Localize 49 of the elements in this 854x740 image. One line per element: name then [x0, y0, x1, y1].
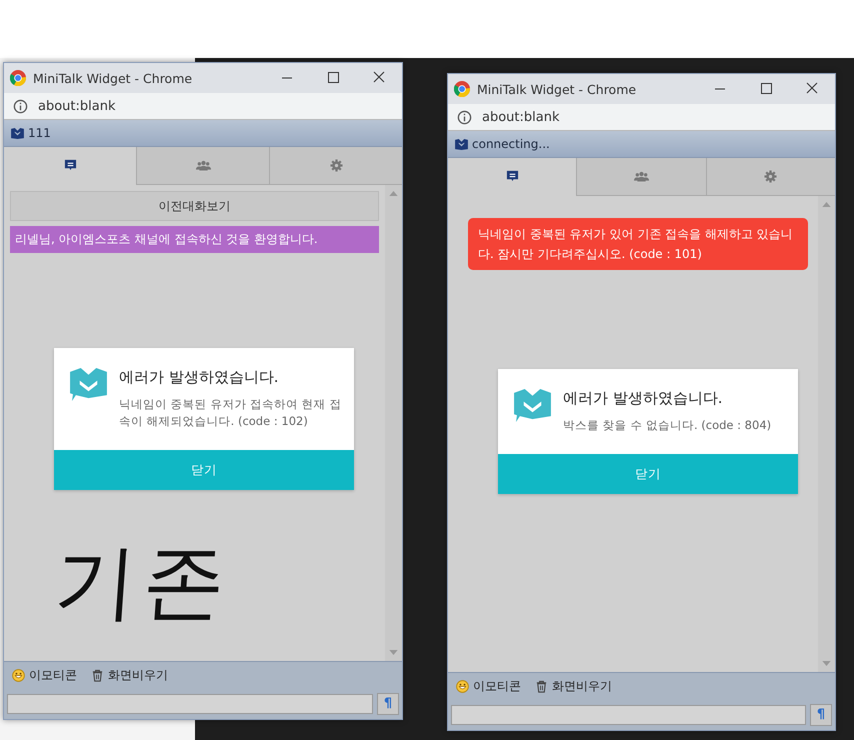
users-tab[interactable] — [576, 158, 706, 196]
info-icon[interactable] — [13, 98, 28, 114]
address-text: about:blank — [38, 98, 116, 114]
logo-icon — [455, 138, 468, 150]
browser-logo-icon — [10, 70, 26, 86]
scroll-down-icon[interactable] — [389, 650, 398, 655]
scrollbar[interactable] — [818, 196, 835, 672]
chat-icon — [62, 159, 78, 172]
settings-tab[interactable] — [706, 158, 835, 196]
smiley-icon[interactable] — [456, 680, 469, 692]
logo-icon — [70, 368, 107, 401]
connection-status: 111 — [28, 126, 51, 140]
logo-icon — [514, 389, 551, 422]
scrollbar[interactable] — [385, 185, 402, 661]
clear-screen-link[interactable]: 화면비우기 — [108, 666, 168, 684]
dialog-title: 에러가 발생하였습니다. — [119, 368, 280, 387]
message-input[interactable] — [451, 704, 806, 724]
message-input[interactable] — [7, 694, 373, 714]
dialog-message: 박스를 찾을 수 없습니다. (code : 804) — [563, 417, 772, 434]
handwritten-note: 기존 — [51, 534, 235, 632]
scroll-up-icon[interactable] — [389, 191, 398, 196]
chat-tab[interactable] — [448, 158, 576, 196]
chat-icon — [504, 170, 520, 183]
smiley-icon[interactable] — [12, 668, 25, 682]
users-icon — [634, 170, 649, 183]
dialog-title: 에러가 발생하였습니다. — [563, 389, 724, 408]
scroll-down-icon[interactable] — [822, 661, 831, 666]
error-alert: 닉네임이 중복된 유저가 있어 기존 접속을 해제하고 있습니다. 잠시만 기다려주십시오. (code : 101) — [468, 218, 808, 270]
trash-icon[interactable] — [91, 668, 104, 682]
settings-icon — [328, 159, 344, 172]
logo-icon — [11, 128, 24, 138]
welcome-message: 리넬님, 아이엠스포츠 채널에 접속하신 것을 환영합니다. — [10, 226, 379, 253]
trash-icon[interactable] — [535, 680, 548, 692]
users-tab[interactable] — [136, 147, 269, 185]
connection-status: connecting... — [472, 137, 550, 151]
browser-logo-icon — [454, 81, 470, 97]
history-button[interactable]: 이전대화보기 — [10, 191, 379, 221]
clear-screen-link[interactable]: 화면비우기 — [552, 678, 612, 694]
dialog-message: 닉네임이 중복된 유저가 접속하여 현재 접속이 해제되었습니다. (code : 102) — [119, 396, 342, 430]
info-icon[interactable] — [457, 110, 472, 124]
settings-icon — [763, 170, 778, 183]
address-text: about:blank — [482, 110, 560, 124]
scroll-up-icon[interactable] — [822, 202, 831, 207]
emoticon-link[interactable]: 이모티콘 — [473, 678, 521, 694]
users-icon — [196, 159, 210, 172]
emoticon-link[interactable]: 이모티콘 — [29, 666, 77, 684]
window-title: MiniTalk Widget - Chrome — [33, 70, 192, 86]
window-title: MiniTalk Widget - Chrome — [477, 82, 636, 96]
settings-tab[interactable] — [269, 147, 402, 185]
